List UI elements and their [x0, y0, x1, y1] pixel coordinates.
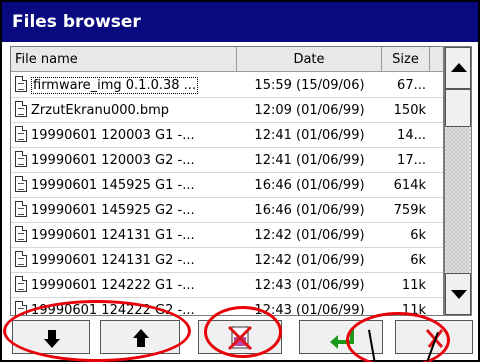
triangle-down-icon	[451, 290, 467, 299]
file-name-cell: 19990601 124222 G1 -...	[15, 273, 237, 298]
table-row[interactable]: 19990601 124131 G2 -... 12:42 (01/06/99) 6…	[11, 248, 443, 273]
file-rows: firmware_img 0.1.0.38 ... 15:59 (15/09/06…	[11, 73, 443, 315]
file-name-cell: 19990601 124131 G2 -...	[15, 248, 237, 273]
file-size-cell: 17...	[397, 153, 426, 168]
file-icon	[15, 226, 27, 242]
file-size-cell: 11k	[401, 278, 426, 293]
file-date-cell: 12:41 (01/06/99)	[254, 128, 365, 143]
file-name-text: ZrzutEkranu000.bmp	[31, 103, 170, 118]
file-name-text: 19990601 145925 G2 -...	[31, 203, 195, 218]
column-header-size[interactable]: Size	[382, 47, 430, 72]
file-icon	[15, 201, 27, 217]
file-size-cell: 759k	[393, 203, 426, 218]
file-name-cell: 19990601 145925 G1 -...	[15, 173, 237, 198]
file-size-cell: 67...	[397, 78, 426, 93]
file-name-text: 19990601 120003 G1 -...	[31, 128, 195, 143]
file-date-cell: 16:46 (01/06/99)	[254, 178, 365, 193]
file-date-cell: 15:59 (15/09/06)	[254, 78, 365, 93]
table-row[interactable]: firmware_img 0.1.0.38 ... 15:59 (15/09/06…	[11, 73, 443, 98]
vertical-scrollbar[interactable]	[444, 46, 472, 316]
file-name-cell: 19990601 120003 G1 -...	[15, 123, 237, 148]
column-header-file-name[interactable]: File name	[11, 47, 237, 72]
window-title: Files browser	[2, 2, 478, 42]
file-date-cell: 16:46 (01/06/99)	[254, 203, 365, 218]
file-icon	[15, 151, 27, 167]
file-size-cell: 150k	[393, 103, 426, 118]
file-name-cell: 19990601 124131 G1 -...	[15, 223, 237, 248]
list-header: File name Date Size	[11, 47, 443, 72]
file-name-text: 19990601 124222 G1 -...	[31, 278, 195, 293]
file-icon	[15, 76, 27, 92]
file-icon	[15, 126, 27, 142]
table-row[interactable]: 19990601 124222 G1 -... 12:43 (01/06/99) 1…	[11, 273, 443, 298]
scroll-up-button[interactable]	[445, 47, 471, 89]
table-row[interactable]: ZrzutEkranu000.bmp 12:09 (01/06/99) 150k	[11, 98, 443, 123]
file-date-cell: 12:43 (01/06/99)	[254, 278, 365, 293]
file-name-text: 19990601 124131 G2 -...	[31, 253, 195, 268]
file-list[interactable]: File name Date Size firmware_img 0.1.0.3…	[10, 46, 444, 316]
file-name-text: 19990601 120003 G2 -...	[31, 153, 195, 168]
file-size-cell: 614k	[393, 178, 426, 193]
file-date-cell: 12:41 (01/06/99)	[254, 153, 365, 168]
file-name-text: 19990601 145925 G1 -...	[31, 178, 195, 193]
file-date-cell: 12:09 (01/06/99)	[254, 103, 365, 118]
file-size-cell: 6k	[410, 253, 426, 268]
file-date-cell: 12:42 (01/06/99)	[254, 228, 365, 243]
table-row[interactable]: 19990601 145925 G2 -... 16:46 (01/06/99) 7…	[11, 198, 443, 223]
table-row[interactable]: 19990601 120003 G1 -... 12:41 (01/06/99) 1…	[11, 123, 443, 148]
file-name-text: 19990601 124131 G1 -...	[31, 228, 195, 243]
column-header-filler	[430, 47, 443, 72]
file-size-cell: 14...	[397, 128, 426, 143]
scroll-thumb[interactable]	[445, 89, 471, 127]
table-row[interactable]: 19990601 124131 G1 -... 12:42 (01/06/99) 6…	[11, 223, 443, 248]
annotation-circle-move-buttons	[3, 300, 191, 362]
file-icon	[15, 276, 27, 292]
file-icon	[15, 176, 27, 192]
file-name-cell: ZrzutEkranu000.bmp	[15, 98, 237, 123]
scroll-down-button[interactable]	[445, 273, 471, 315]
file-name-text: firmware_img 0.1.0.38 ...	[31, 77, 199, 94]
file-date-cell: 12:42 (01/06/99)	[254, 253, 365, 268]
file-size-cell: 6k	[410, 228, 426, 243]
file-icon	[15, 101, 27, 117]
column-header-date[interactable]: Date	[237, 47, 382, 72]
table-row[interactable]: 19990601 120003 G2 -... 12:41 (01/06/99) 1…	[11, 148, 443, 173]
file-name-cell: 19990601 120003 G2 -...	[15, 148, 237, 173]
file-name-cell: firmware_img 0.1.0.38 ...	[15, 73, 237, 98]
file-icon	[15, 251, 27, 267]
table-row[interactable]: 19990601 145925 G1 -... 16:46 (01/06/99) 6…	[11, 173, 443, 198]
triangle-up-icon	[451, 63, 467, 72]
annotation-circle-delete-button	[204, 306, 282, 358]
file-name-cell: 19990601 145925 G2 -...	[15, 198, 237, 223]
